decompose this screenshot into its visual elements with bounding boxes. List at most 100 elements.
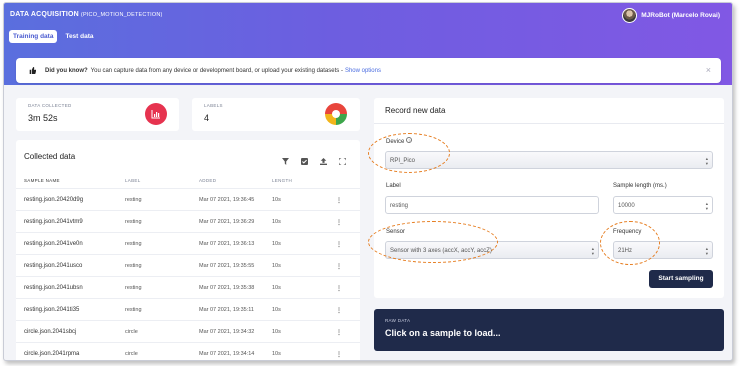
sample-added: Mar 07 2021, 19:34:14 — [199, 351, 255, 357]
sample-name: circle.json.2041sbcj — [24, 329, 77, 335]
tab-training-data[interactable]: Training data — [9, 30, 58, 43]
data-collected-value: 3m 52s — [28, 113, 58, 123]
row-menu-icon[interactable]: ⋮ — [336, 329, 342, 336]
sample-label: resting — [125, 197, 142, 203]
banner-title: Did you know? — [45, 67, 88, 74]
thumbs-up-icon — [29, 67, 36, 74]
labels-value: 4 — [204, 113, 210, 123]
sample-length-input[interactable]: 10000 ▴ ▾ — [613, 196, 713, 214]
row-menu-icon[interactable]: ⋮ — [336, 197, 342, 204]
table-row[interactable]: circle.json.2041rpma circle Mar 07 2021, 1… — [16, 342, 360, 360]
pie-chart-icon — [325, 103, 347, 125]
raw-data-panel: RAW DATA Click on a sample to load... — [374, 309, 724, 351]
device-highlight — [368, 133, 450, 173]
row-menu-icon[interactable]: ⋮ — [336, 263, 342, 270]
col-sample-name[interactable]: SAMPLE NAME — [24, 178, 60, 183]
checkbox-icon[interactable] — [301, 152, 308, 165]
collected-toolbar — [270, 152, 347, 166]
record-title: Record new data — [385, 106, 446, 115]
table-row[interactable]: resting.json.20420d9g resting Mar 07 2021,… — [16, 188, 360, 210]
tab-bar: Training data Test data — [9, 30, 102, 43]
sample-added: Mar 07 2021, 19:35:55 — [199, 263, 255, 269]
record-panel: Record new data Device? RPI_Pico ▴ ▾ Labe… — [374, 98, 724, 298]
table-row[interactable]: resting.json.2041ti35 resting Mar 07 2021,… — [16, 298, 360, 320]
sample-added: Mar 07 2021, 19:34:32 — [199, 329, 255, 335]
table-row[interactable]: resting.json.2041ubsn resting Mar 07 2021,… — [16, 276, 360, 298]
user-menu[interactable]: MJRoBot (Marcelo Rovai) — [622, 8, 720, 23]
project-name: (PICO_MOTION_DETECTION) — [80, 12, 163, 18]
divider — [374, 123, 724, 124]
sample-added: Mar 07 2021, 19:35:38 — [199, 285, 255, 291]
page-title: DATA ACQUISITION (PICO_MOTION_DETECTION) — [10, 11, 163, 18]
title-text: DATA ACQUISITION — [10, 11, 79, 18]
sample-name: resting.json.2041ubsn — [24, 285, 83, 291]
banner-text: You can capture data from any device or … — [90, 67, 343, 74]
sample-label: circle — [125, 329, 138, 335]
data-collected-label: DATA COLLECTED — [28, 103, 72, 108]
sample-length: 10s — [272, 241, 281, 247]
close-icon[interactable]: × — [706, 65, 711, 75]
sample-length: 10s — [272, 329, 281, 335]
frequency-highlight — [600, 221, 660, 265]
select-arrows-icon: ▴ ▾ — [705, 246, 708, 256]
app-window: DATA ACQUISITION (PICO_MOTION_DETECTION) … — [3, 2, 733, 361]
sample-name: resting.json.2041ti35 — [24, 307, 80, 313]
sample-name: resting.json.2041ve0n — [24, 241, 83, 247]
table-header: SAMPLE NAME LABEL ADDED LENGTH — [16, 176, 360, 186]
sample-label: resting — [125, 307, 142, 313]
sample-name: resting.json.2041vtm9 — [24, 219, 83, 225]
sample-label: resting — [125, 263, 142, 269]
labels-label: LABELS — [204, 103, 223, 108]
row-menu-icon[interactable]: ⋮ — [336, 241, 342, 248]
col-label[interactable]: LABEL — [125, 178, 141, 183]
col-added[interactable]: ADDED — [199, 178, 216, 183]
sample-length: 10s — [272, 197, 281, 203]
row-menu-icon[interactable]: ⋮ — [336, 285, 342, 292]
start-sampling-button[interactable]: Start sampling — [649, 270, 713, 288]
sample-length: 10s — [272, 219, 281, 225]
user-name[interactable]: MJRoBot (Marcelo Rovai) — [641, 12, 720, 19]
select-arrows-icon: ▴ ▾ — [591, 246, 594, 256]
sample-label: resting — [125, 241, 142, 247]
label-label: Label — [386, 183, 401, 189]
row-menu-icon[interactable]: ⋮ — [336, 307, 342, 314]
show-options-link[interactable]: Show options — [345, 68, 381, 74]
raw-data-label: RAW DATA — [385, 318, 411, 323]
labels-card: LABELS 4 — [192, 98, 360, 131]
sample-label: circle — [125, 351, 138, 357]
select-arrows-icon: ▴ ▾ — [705, 156, 708, 166]
filter-icon[interactable] — [282, 152, 289, 165]
row-menu-icon[interactable]: ⋮ — [336, 351, 342, 358]
data-collected-card: DATA COLLECTED 3m 52s — [16, 98, 179, 131]
sample-length: 10s — [272, 351, 281, 357]
stepper-icon[interactable]: ▴ ▾ — [706, 201, 708, 211]
expand-icon[interactable] — [338, 152, 347, 166]
sample-length-label: Sample length (ms.) — [613, 183, 667, 189]
sample-name: circle.json.2041rpma — [24, 351, 80, 357]
sample-added: Mar 07 2021, 19:36:29 — [199, 219, 255, 225]
table-row[interactable]: resting.json.2041vtm9 resting Mar 07 2021,… — [16, 210, 360, 232]
table-row[interactable]: circle.json.2041sbcj circle Mar 07 2021, 1… — [16, 320, 360, 342]
table-row[interactable]: resting.json.2041ve0n resting Mar 07 2021,… — [16, 232, 360, 254]
label-input[interactable]: resting — [385, 196, 599, 214]
sample-added: Mar 07 2021, 19:36:13 — [199, 241, 255, 247]
collected-data-panel: Collected data SAMPLE NAME LABEL ADDED L… — [16, 140, 360, 360]
sample-length: 10s — [272, 307, 281, 313]
tab-test-data[interactable]: Test data — [61, 30, 97, 43]
sample-label: resting — [125, 285, 142, 291]
sample-added: Mar 07 2021, 19:35:11 — [199, 307, 254, 313]
bar-chart-icon — [145, 103, 167, 125]
sample-length-value: 10000 — [618, 203, 635, 209]
row-menu-icon[interactable]: ⋮ — [336, 219, 342, 226]
sample-name: resting.json.20420d9g — [24, 197, 84, 203]
avatar[interactable] — [622, 8, 638, 23]
sample-name: resting.json.2041usco — [24, 263, 83, 269]
sample-label: resting — [125, 219, 142, 225]
sample-length: 10s — [272, 285, 281, 291]
collected-data-title: Collected data — [24, 152, 76, 161]
sample-length: 10s — [272, 263, 281, 269]
table-row[interactable]: resting.json.2041usco resting Mar 07 2021,… — [16, 254, 360, 276]
col-length[interactable]: LENGTH — [272, 178, 292, 183]
info-banner: Did you know? You can capture data from … — [16, 58, 721, 83]
upload-icon[interactable] — [320, 152, 327, 165]
